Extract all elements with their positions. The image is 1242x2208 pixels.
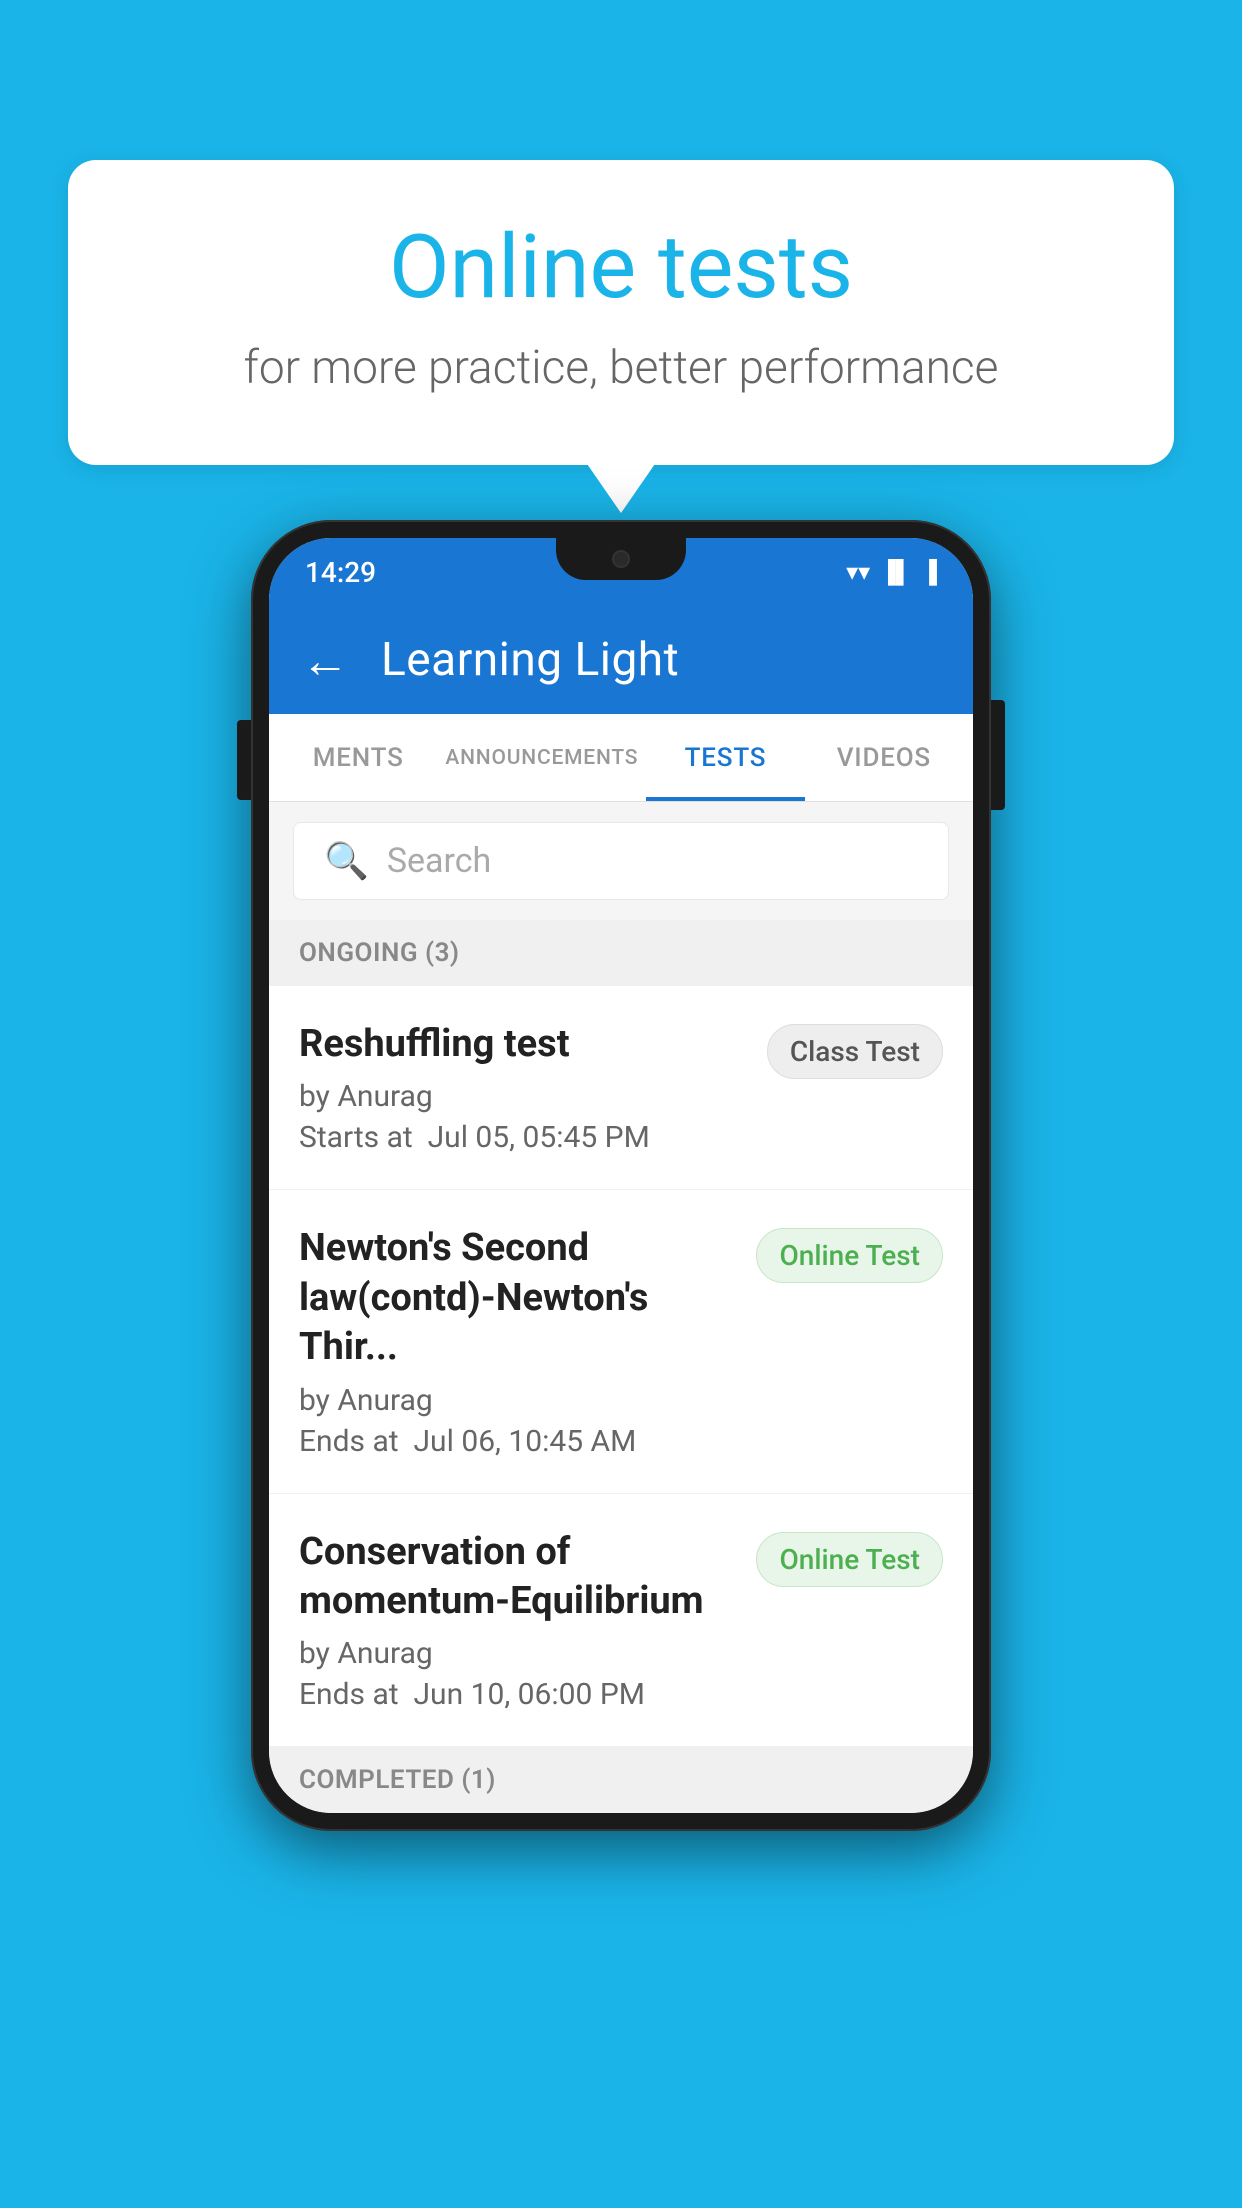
test-author-conservation: by Anurag	[299, 1636, 736, 1671]
test-badge-reshuffling: Class Test	[767, 1024, 943, 1079]
back-button[interactable]: ←	[301, 632, 349, 689]
test-item-conservation[interactable]: Conservation of momentum-Equilibrium by …	[269, 1494, 973, 1748]
test-badge-conservation: Online Test	[756, 1532, 943, 1587]
test-item-reshuffling[interactable]: Reshuffling test by Anurag Starts at Jul…	[269, 986, 973, 1190]
test-item-newtons[interactable]: Newton's Second law(contd)-Newton's Thir…	[269, 1190, 973, 1493]
status-icons: ▾▾ ▐▌ ▐	[846, 558, 937, 586]
wifi-icon: ▾▾	[846, 558, 870, 586]
promo-bubble: Online tests for more practice, better p…	[68, 160, 1174, 465]
test-list: Reshuffling test by Anurag Starts at Jul…	[269, 986, 973, 1747]
notch	[556, 538, 686, 580]
test-name-newtons: Newton's Second law(contd)-Newton's Thir…	[299, 1224, 736, 1372]
signal-icon: ▐▌	[880, 559, 911, 585]
app-title: Learning Light	[381, 633, 679, 687]
test-name-reshuffling: Reshuffling test	[299, 1020, 747, 1069]
battery-icon: ▐	[921, 559, 937, 585]
tab-bar: MENTS ANNOUNCEMENTS TESTS VIDEOS	[269, 714, 973, 802]
app-bar: ← Learning Light	[269, 606, 973, 714]
tab-announcements[interactable]: ANNOUNCEMENTS	[437, 714, 646, 801]
test-time-newtons: Ends at Jul 06, 10:45 AM	[299, 1424, 736, 1459]
test-name-conservation: Conservation of momentum-Equilibrium	[299, 1528, 736, 1627]
phone-outer: 14:29 ▾▾ ▐▌ ▐ ← Learning Light	[251, 520, 991, 1831]
test-author-newtons: by Anurag	[299, 1383, 736, 1418]
status-bar: 14:29 ▾▾ ▐▌ ▐	[269, 538, 973, 606]
search-icon: 🔍	[324, 840, 369, 882]
test-time-conservation: Ends at Jun 10, 06:00 PM	[299, 1677, 736, 1712]
bubble-title: Online tests	[148, 220, 1094, 317]
search-container: 🔍 Search	[269, 802, 973, 920]
test-info-reshuffling: Reshuffling test by Anurag Starts at Jul…	[299, 1020, 747, 1155]
camera	[612, 550, 630, 568]
test-author-reshuffling: by Anurag	[299, 1079, 747, 1114]
search-bar[interactable]: 🔍 Search	[293, 822, 949, 900]
status-time: 14:29	[305, 556, 376, 589]
ongoing-section-header: ONGOING (3)	[269, 920, 973, 986]
test-info-conservation: Conservation of momentum-Equilibrium by …	[299, 1528, 736, 1713]
test-info-newtons: Newton's Second law(contd)-Newton's Thir…	[299, 1224, 736, 1458]
tab-tests[interactable]: TESTS	[646, 714, 804, 801]
tab-ments[interactable]: MENTS	[279, 714, 437, 801]
test-time-reshuffling: Starts at Jul 05, 05:45 PM	[299, 1120, 747, 1155]
bubble-card: Online tests for more practice, better p…	[68, 160, 1174, 465]
test-badge-newtons: Online Test	[756, 1228, 943, 1283]
completed-section-header: COMPLETED (1)	[269, 1747, 973, 1813]
search-input[interactable]: Search	[387, 841, 491, 881]
phone-screen: 14:29 ▾▾ ▐▌ ▐ ← Learning Light	[269, 538, 973, 1813]
phone-mockup: 14:29 ▾▾ ▐▌ ▐ ← Learning Light	[251, 520, 991, 1831]
bubble-subtitle: for more practice, better performance	[148, 341, 1094, 395]
tab-videos[interactable]: VIDEOS	[805, 714, 963, 801]
